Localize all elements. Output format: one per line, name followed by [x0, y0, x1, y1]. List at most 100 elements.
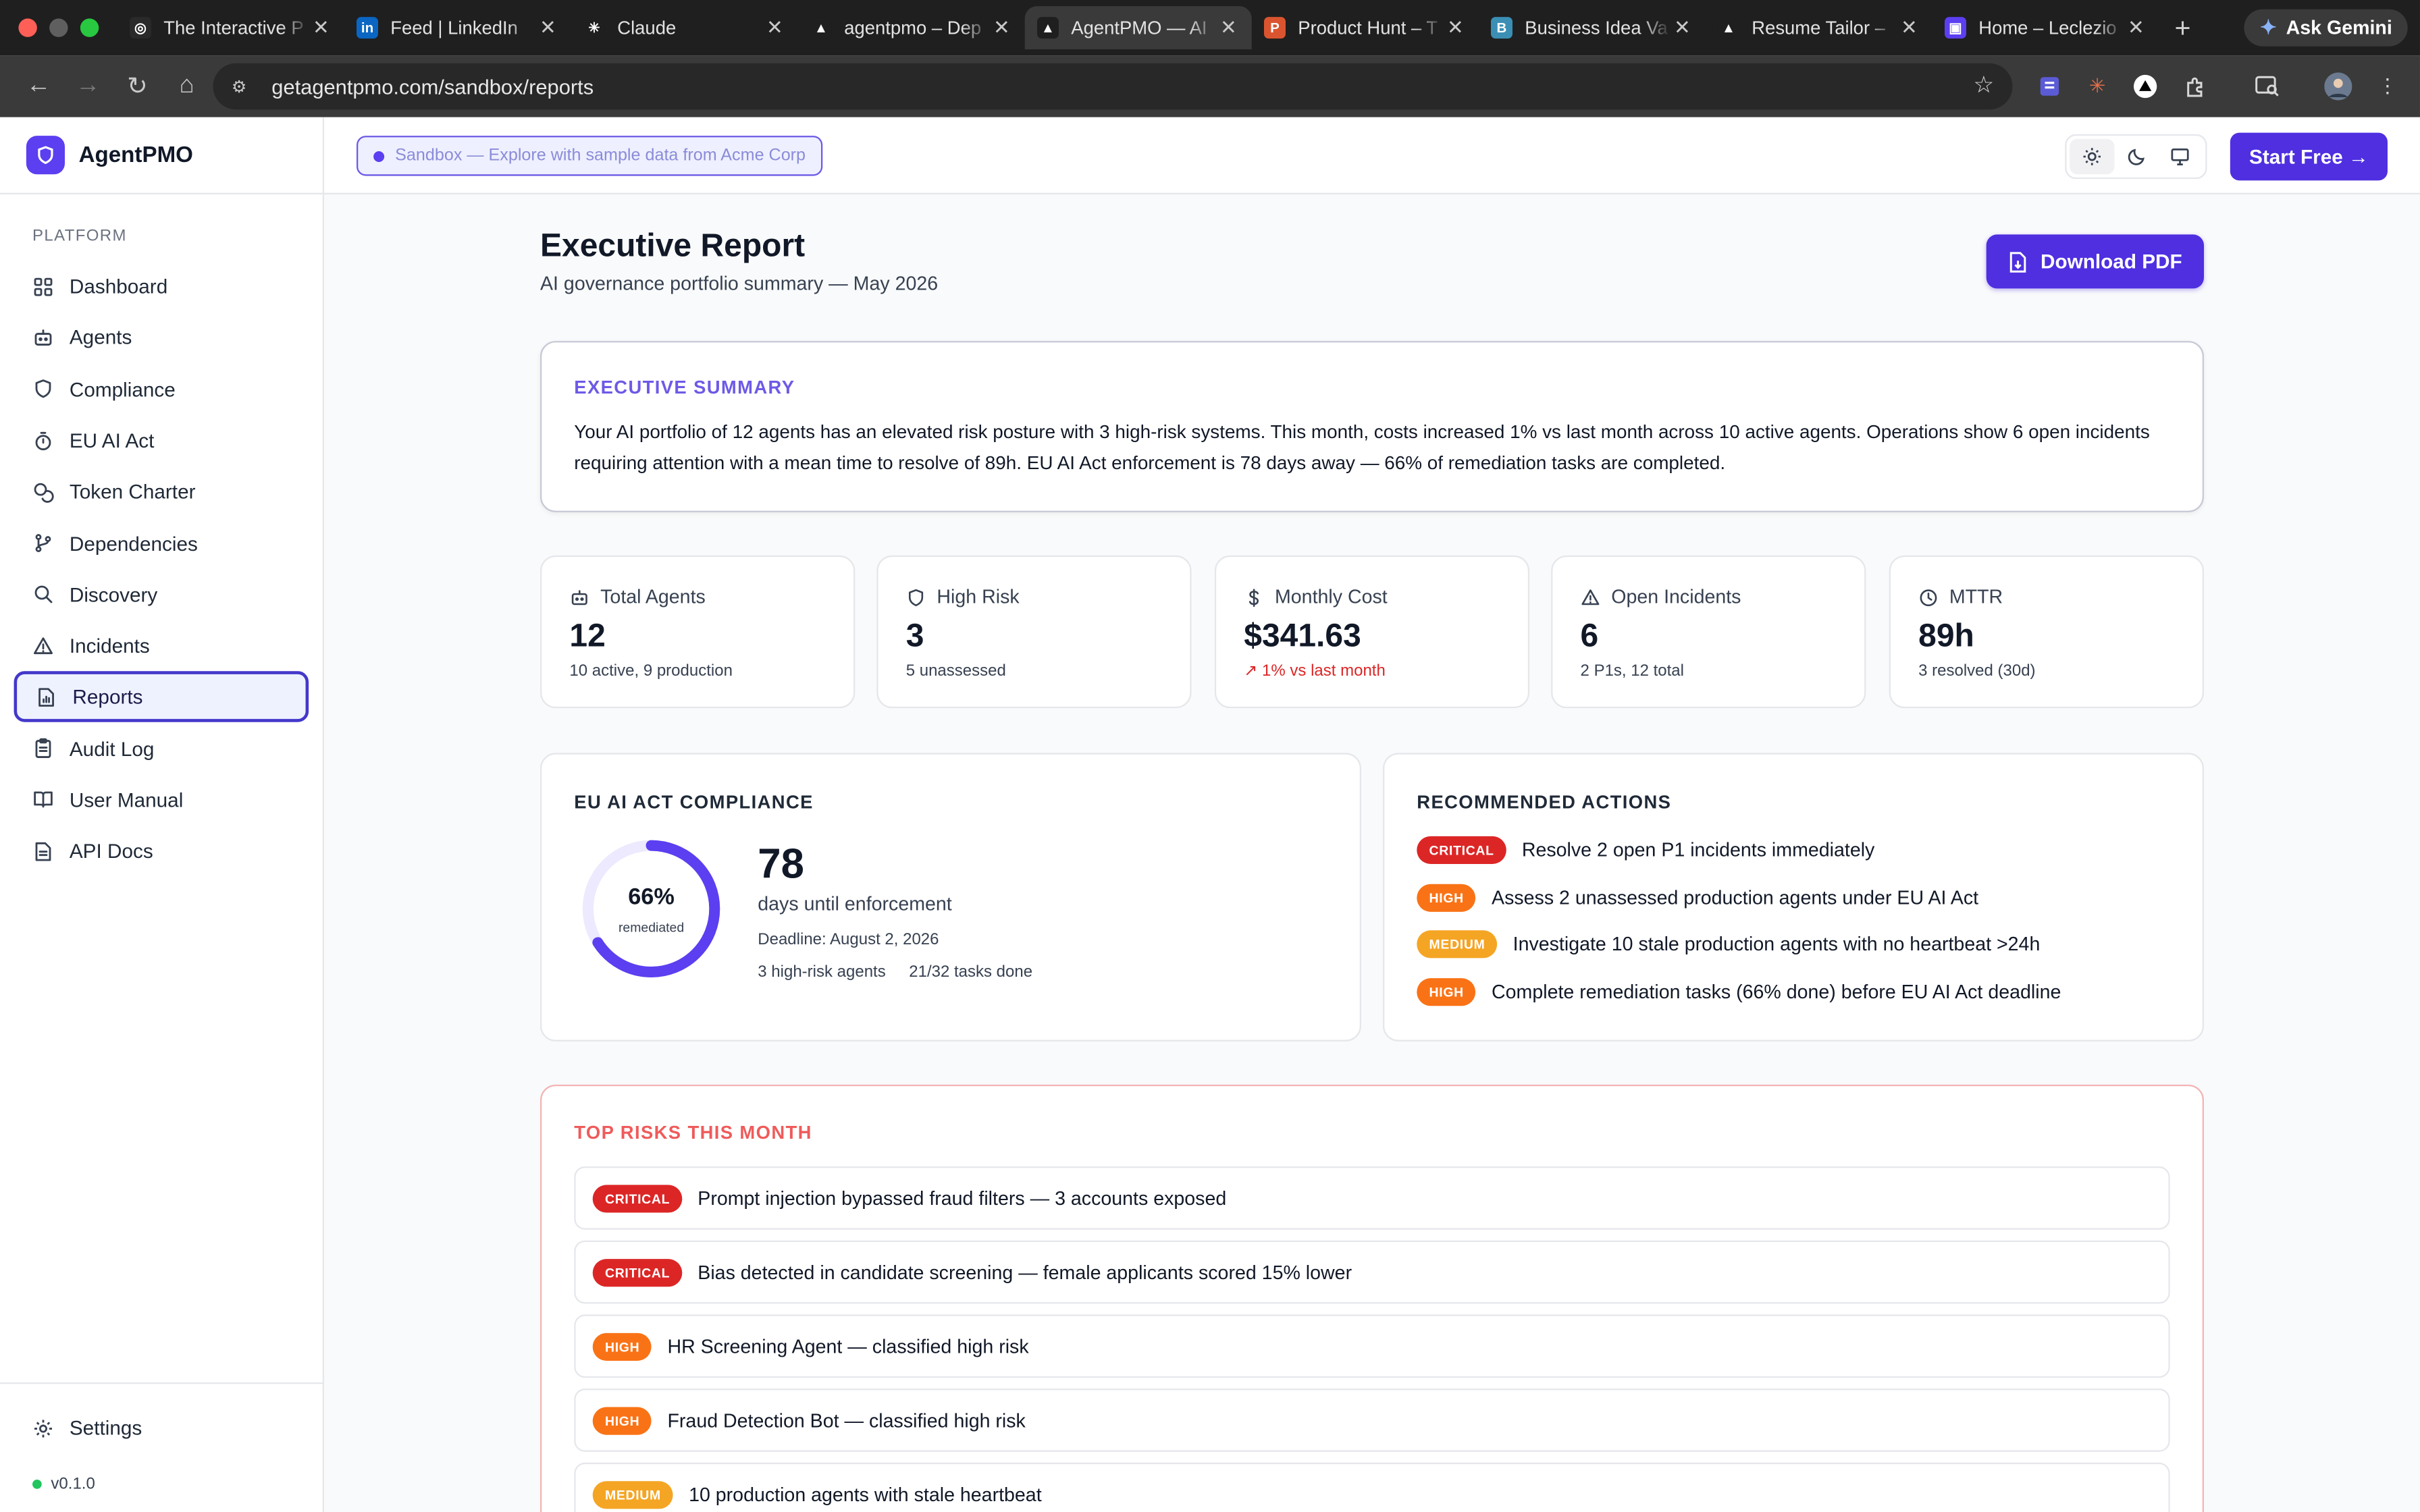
- close-tab-icon[interactable]: ✕: [764, 16, 785, 40]
- sidebar-item-token-charter[interactable]: Token Charter: [0, 466, 323, 518]
- kpi-card-total-agents: Total Agents 12 10 active, 9 production: [540, 555, 856, 709]
- recommended-action-item[interactable]: HIGH Assess 2 unassessed production agen…: [1417, 884, 1978, 912]
- browser-tab[interactable]: ▲ agentpmo – Dep ✕: [798, 6, 1025, 49]
- sidebar-item-dependencies[interactable]: Dependencies: [0, 518, 323, 569]
- tasks-done-count: 21/32 tasks done: [909, 963, 1033, 981]
- risk-row[interactable]: MEDIUM 10 production agents with stale h…: [574, 1462, 2170, 1512]
- close-tab-icon[interactable]: ✕: [1671, 16, 1693, 40]
- kpi-value: 3: [905, 618, 924, 655]
- moon-icon: [2127, 148, 2144, 165]
- sidebar-item-api-docs[interactable]: API Docs: [0, 826, 323, 877]
- browser-tab[interactable]: ✳ Claude ✕: [571, 6, 798, 49]
- sidebar-item-incidents[interactable]: Incidents: [0, 620, 323, 672]
- back-button[interactable]: ←: [16, 63, 62, 110]
- close-tab-icon[interactable]: ✕: [537, 16, 558, 40]
- shield-icon: [32, 379, 54, 400]
- minimize-window-button[interactable]: [49, 18, 68, 37]
- sidebar-item-audit-log[interactable]: Audit Log: [0, 723, 323, 774]
- ask-gemini-button[interactable]: ✦ Ask Gemini: [2244, 9, 2408, 47]
- browser-menu-icon[interactable]: ⋮: [2369, 68, 2406, 105]
- maximize-window-button[interactable]: [80, 18, 99, 37]
- browser-tab[interactable]: in Feed | LinkedIn ✕: [344, 6, 571, 49]
- extension-vercel-icon[interactable]: [2127, 68, 2164, 105]
- browser-tab[interactable]: ▲ Resume Tailor – ✕: [1706, 6, 1932, 49]
- report-icon: [36, 686, 57, 708]
- sandbox-dot: [373, 150, 385, 161]
- sidebar-item-label: Token Charter: [69, 480, 196, 504]
- sidebar-item-settings[interactable]: Settings: [0, 1403, 324, 1454]
- theme-switcher: [2065, 134, 2207, 180]
- status-dot: [32, 1479, 42, 1489]
- dark-theme-button[interactable]: [2114, 139, 2159, 175]
- sandbox-label: Sandbox — Explore with sample data from …: [395, 146, 806, 165]
- sidebar-item-user-manual[interactable]: User Manual: [0, 774, 323, 826]
- browser-tab[interactable]: ◎ The Interactive P ✕: [117, 6, 344, 49]
- browser-tab[interactable]: ▣ Home – Leclezio ✕: [1932, 6, 2159, 49]
- brand[interactable]: AgentPMO: [0, 117, 323, 194]
- sidebar-item-label: Dashboard: [69, 275, 168, 298]
- site-info-icon[interactable]: ⚙: [232, 76, 257, 96]
- tab-search-icon[interactable]: [2248, 68, 2286, 105]
- risk-row[interactable]: HIGH HR Screening Agent — classified hig…: [574, 1314, 2170, 1378]
- gear-icon: [32, 1418, 54, 1439]
- sidebar-item-dashboard[interactable]: Dashboard: [0, 261, 323, 312]
- search-icon: [32, 584, 54, 605]
- recommended-action-item[interactable]: MEDIUM Investigate 10 stale production a…: [1417, 930, 2040, 959]
- severity-badge: HIGH: [592, 1332, 652, 1360]
- sidebar-item-compliance[interactable]: Compliance: [0, 363, 323, 414]
- close-window-button[interactable]: [18, 18, 37, 37]
- browser-toolbar: ← → ↻ ⌂ ⚙ getagentpmo.com/sandbox/report…: [0, 55, 2420, 117]
- tab-favicon-icon: in: [356, 17, 378, 39]
- sidebar-item-label: Dependencies: [69, 531, 198, 555]
- close-tab-icon[interactable]: ✕: [1898, 16, 1920, 40]
- recommended-action-item[interactable]: CRITICAL Resolve 2 open P1 incidents imm…: [1417, 836, 1874, 864]
- profile-avatar-icon[interactable]: [2319, 68, 2357, 105]
- severity-badge: MEDIUM: [592, 1480, 674, 1509]
- severity-badge: MEDIUM: [1417, 930, 1498, 959]
- extension-claude-icon[interactable]: ✳: [2079, 68, 2116, 105]
- executive-summary-heading: EXECUTIVE SUMMARY: [574, 376, 795, 398]
- browser-tab[interactable]: B Business Idea Va ✕: [1479, 6, 1706, 49]
- kpi-label: High Risk: [937, 586, 1020, 608]
- download-pdf-button[interactable]: Download PDF: [1986, 234, 2204, 289]
- light-theme-button[interactable]: [2070, 138, 2114, 175]
- sidebar-item-label: Reports: [72, 685, 143, 709]
- forward-button[interactable]: →: [65, 63, 111, 110]
- sidebar-item-reports[interactable]: Reports: [14, 672, 309, 723]
- risk-row[interactable]: CRITICAL Prompt injection bypassed fraud…: [574, 1166, 2170, 1230]
- sidebar-item-eu-ai-act[interactable]: EU AI Act: [0, 415, 323, 466]
- app-topbar: Sandbox — Explore with sample data from …: [323, 117, 2420, 194]
- home-button[interactable]: ⌂: [163, 63, 210, 110]
- tab-title: Resume Tailor –: [1752, 17, 1885, 39]
- sidebar-item-label: Incidents: [69, 634, 150, 658]
- recommended-action-item[interactable]: HIGH Complete remediation tasks (66% don…: [1417, 978, 2061, 1006]
- browser-tab[interactable]: ▲ AgentPMO — AI ✕: [1024, 6, 1252, 50]
- browser-tab-strip: ◎ The Interactive P ✕ in Feed | LinkedIn …: [0, 0, 2420, 56]
- extensions-puzzle-icon[interactable]: [2176, 68, 2213, 105]
- close-tab-icon[interactable]: ✕: [1217, 16, 1239, 40]
- start-free-button[interactable]: Start Free →: [2230, 132, 2388, 181]
- gemini-sparkle-icon: ✦: [2259, 15, 2277, 39]
- reload-button[interactable]: ↻: [114, 63, 161, 110]
- address-bar[interactable]: ⚙ getagentpmo.com/sandbox/reports ☆: [213, 63, 2013, 110]
- brand-logo-shield-icon: [26, 136, 65, 175]
- system-theme-button[interactable]: [2158, 139, 2203, 175]
- bookmark-star-icon[interactable]: ☆: [1973, 71, 1994, 99]
- close-tab-icon[interactable]: ✕: [310, 16, 332, 40]
- close-tab-icon[interactable]: ✕: [1444, 16, 1466, 40]
- tab-title: AgentPMO — AI: [1071, 17, 1207, 39]
- sandbox-banner[interactable]: Sandbox — Explore with sample data from …: [356, 136, 823, 176]
- close-tab-icon[interactable]: ✕: [991, 16, 1012, 40]
- sidebar-item-discovery[interactable]: Discovery: [0, 569, 323, 620]
- browser-tab[interactable]: P Product Hunt – T ✕: [1252, 6, 1479, 49]
- sidebar-item-agents[interactable]: Agents: [0, 312, 323, 363]
- close-tab-icon[interactable]: ✕: [2125, 16, 2147, 40]
- kpi-value: 6: [1580, 618, 1599, 655]
- sidebar-item-label: Agents: [69, 326, 132, 350]
- risk-row[interactable]: HIGH Fraud Detection Bot — classified hi…: [574, 1388, 2170, 1452]
- extension-reader-icon[interactable]: [2031, 68, 2068, 105]
- shield-icon: [906, 587, 926, 608]
- risk-row[interactable]: CRITICAL Bias detected in candidate scre…: [574, 1240, 2170, 1304]
- new-tab-button[interactable]: +: [2175, 11, 2191, 44]
- clock-icon: [1918, 587, 1939, 608]
